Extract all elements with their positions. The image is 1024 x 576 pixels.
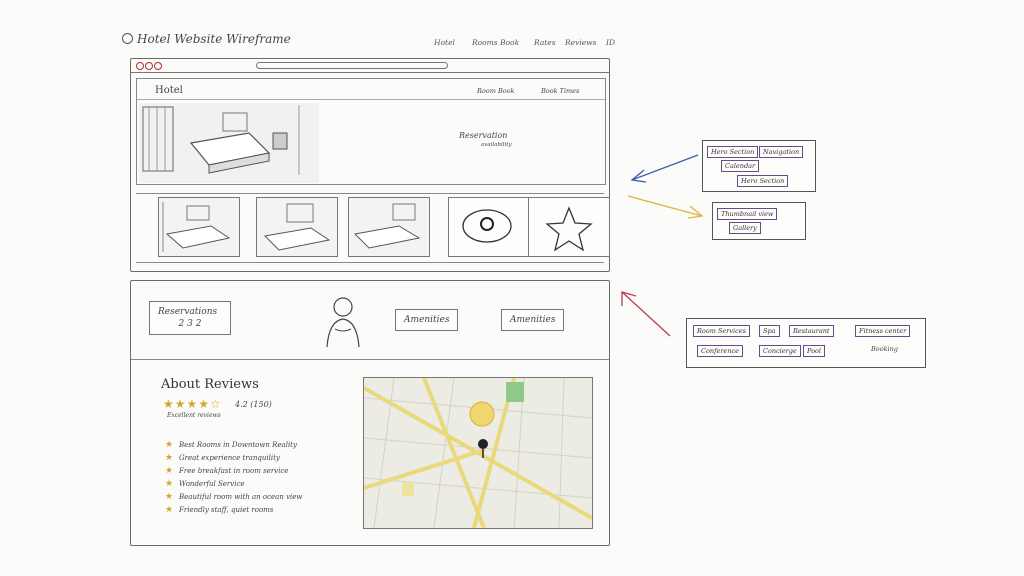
note-chip: Room Services: [693, 325, 750, 337]
note-text: Booking: [871, 345, 898, 353]
list-item: ★ Great experience tranquility: [165, 453, 280, 463]
rating-text: 4.2 (150): [235, 400, 272, 409]
note-chip: Restaurant: [789, 325, 834, 337]
star-icon: ★: [165, 440, 174, 450]
park-area: [506, 382, 524, 402]
map-landmark-icon: [469, 401, 495, 427]
star-icon: ★: [165, 479, 174, 489]
hero-bedroom-image: [139, 103, 319, 183]
top-nav-item[interactable]: Rooms Book: [472, 38, 519, 47]
star-icon[interactable]: [528, 197, 610, 257]
window-dot-icon[interactable]: [145, 62, 153, 70]
list-item: ★ Beautiful room with an ocean view: [165, 492, 303, 502]
browser-chrome: [131, 59, 609, 73]
note-chip: Gallery: [729, 222, 761, 234]
top-nav-item[interactable]: Rates: [534, 38, 556, 47]
page-title: Hotel Website Wireframe: [122, 32, 291, 46]
note-chip: Hero Section: [737, 175, 789, 187]
note-chip: Spa: [759, 325, 780, 337]
gallery-thumb-bedroom[interactable]: [348, 197, 430, 257]
star-icon: ★: [165, 453, 174, 463]
rating-sub: Excellent reviews: [167, 412, 221, 419]
list-item: ★ Best Rooms in Downtown Reality: [165, 440, 297, 450]
list-item: ★ Friendly staff, quiet rooms: [165, 505, 274, 515]
gallery-thumbnails: [136, 193, 610, 263]
location-map[interactable]: [363, 377, 593, 529]
star-icon: ★: [165, 466, 174, 476]
hero-nav-link[interactable]: Book Times: [541, 87, 579, 95]
divider: [137, 99, 605, 100]
concierge-illustration: [326, 297, 360, 348]
browser-frame-bottom: Reservations 2 3 2 Amenities Amenities A…: [130, 280, 610, 546]
hero-nav-link[interactable]: Room Book: [477, 87, 515, 95]
star-icon: ★: [165, 492, 174, 502]
map-pin-icon[interactable]: [478, 439, 488, 449]
note-chip: Fitness center: [855, 325, 911, 337]
annotation-note-gallery: Thumbnail view Gallery: [712, 202, 806, 240]
annotation-note-amenities: Room Services Spa Restaurant Fitness cen…: [686, 318, 926, 368]
note-chip: Calendar: [721, 160, 760, 172]
note-chip: Concierge: [759, 345, 801, 357]
reservation-box-value: 2 3 2: [178, 319, 202, 329]
arrow-red: [621, 291, 671, 337]
hero-brand: Hotel: [155, 85, 183, 96]
note-chip: Conference: [697, 345, 743, 357]
rating-stars-icon: ★★★★☆: [163, 397, 222, 411]
amenities-button[interactable]: Amenities: [501, 309, 565, 331]
review-list: ★ Best Rooms in Downtown Reality ★ Great e…: [165, 439, 302, 517]
top-nav-item[interactable]: ID: [606, 38, 615, 47]
top-nav-item[interactable]: Hotel: [434, 38, 455, 47]
page-title-text: Hotel Website Wireframe: [137, 32, 291, 46]
booking-strip: Reservations 2 3 2 Amenities Amenities: [131, 281, 609, 360]
note-chip: Navigation: [759, 146, 804, 158]
annotation-note-hero: Hero Section Navigation Calendar Hero Se…: [702, 140, 816, 192]
list-item: ★ Free breakfast in room service: [165, 466, 289, 476]
reservation-box-title: Reservations: [158, 307, 218, 317]
reviews-title: About Reviews: [161, 377, 259, 392]
gallery-thumb-bedroom[interactable]: [256, 197, 338, 257]
note-chip: Pool: [803, 345, 826, 357]
note-chip: Thumbnail view: [717, 208, 778, 220]
hero-section: Hotel Room Book Book Times Reservation a…: [136, 78, 606, 185]
top-nav-item[interactable]: Reviews: [565, 38, 596, 47]
window-dot-icon[interactable]: [136, 62, 144, 70]
gallery-thumb-bedroom[interactable]: [158, 197, 240, 257]
list-item: ★ Wonderful Service: [165, 479, 245, 489]
star-icon: ★: [165, 505, 174, 515]
amenities-button[interactable]: Amenities: [395, 309, 459, 331]
window-dot-icon[interactable]: [154, 62, 162, 70]
url-bar[interactable]: [256, 62, 448, 69]
gallery-thumb-amenity[interactable]: [448, 197, 530, 257]
search-icon: [122, 33, 133, 44]
note-chip: Hero Section: [707, 146, 759, 158]
arrow-blue: [631, 154, 699, 181]
hero-tagline-sub: availability: [481, 142, 512, 148]
reservation-box[interactable]: Reservations 2 3 2: [149, 301, 231, 335]
hero-tagline: Reservation: [459, 131, 508, 140]
browser-frame-top: Hotel Room Book Book Times Reservation a…: [130, 58, 610, 272]
